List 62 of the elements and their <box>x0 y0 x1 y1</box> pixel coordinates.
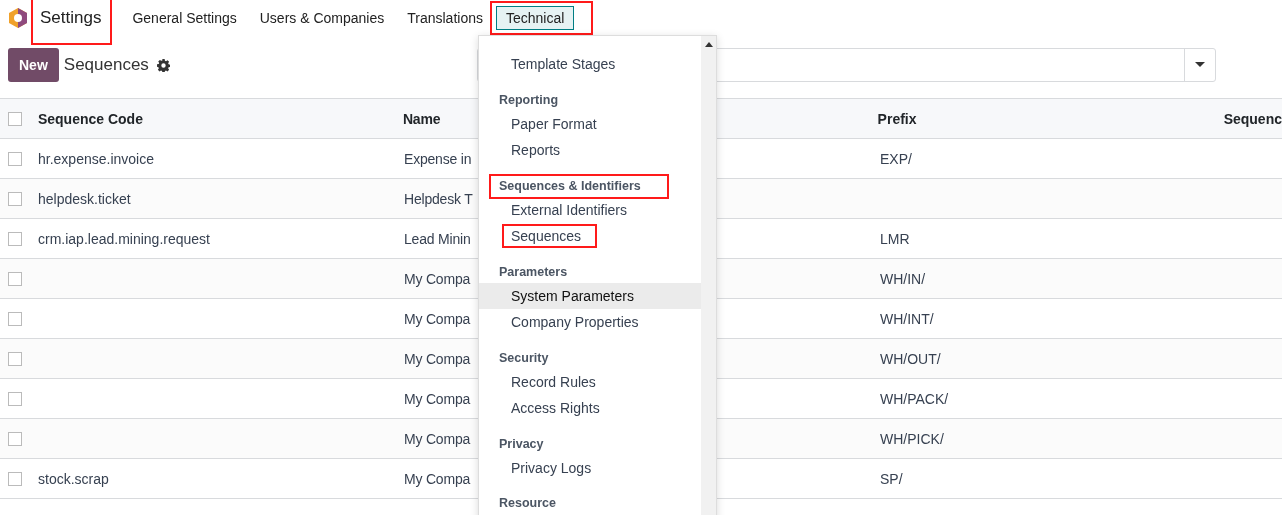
table-cell: My Compa <box>404 430 471 447</box>
select-all-checkbox[interactable] <box>7 111 22 126</box>
table-cell: WH/PACK/ <box>880 390 949 407</box>
table-cell: Helpdesk T <box>404 190 473 207</box>
table-cell: LMR <box>880 230 910 247</box>
table-cell: WH/OUT/ <box>880 350 941 367</box>
row-checkbox[interactable] <box>8 431 22 446</box>
row-checkbox[interactable] <box>8 391 22 406</box>
page-title: Sequences <box>63 55 149 75</box>
menu-section-header: Parameters <box>498 263 568 281</box>
table-cell: My Compa <box>404 390 471 407</box>
menu-section-header: Sequences & Identifiers <box>498 177 641 195</box>
column-header[interactable]: Sequenc <box>1223 110 1282 127</box>
table-cell: EXP/ <box>880 150 912 167</box>
row-checkbox[interactable] <box>8 271 22 286</box>
table-cell: My Compa <box>404 470 471 487</box>
menu-item[interactable]: Privacy Logs <box>479 454 701 481</box>
menu-item[interactable]: Record Rules <box>479 368 701 395</box>
table-cell: My Compa <box>404 310 471 327</box>
menu-section-header: Reporting <box>498 91 559 109</box>
table-cell: SP/ <box>880 470 903 487</box>
row-checkbox[interactable] <box>8 151 22 166</box>
menu-section-header: Privacy <box>498 435 544 453</box>
table-cell: crm.iap.lead.mining.request <box>38 230 210 247</box>
column-header[interactable]: Sequence Code <box>37 110 403 127</box>
table-cell: Expense in <box>404 150 472 167</box>
column-header[interactable]: Prefix <box>877 110 1224 127</box>
menu-item[interactable]: Reports <box>479 137 701 164</box>
menu-item[interactable]: Access Rights <box>479 395 701 422</box>
row-checkbox[interactable] <box>8 311 22 326</box>
table-cell: Lead Minin <box>404 230 471 247</box>
menu-tab[interactable]: Translations <box>397 6 493 30</box>
table-cell: WH/PICK/ <box>880 430 944 447</box>
table-cell: My Compa <box>404 270 471 287</box>
app-title[interactable]: Settings <box>40 8 102 27</box>
menu-tab[interactable]: Technical <box>496 6 575 30</box>
scroll-up-icon[interactable] <box>704 42 713 47</box>
gear-icon[interactable] <box>156 58 170 72</box>
menu-item[interactable]: Template Stages <box>479 51 701 78</box>
menu-item[interactable]: System Parameters <box>479 282 701 309</box>
menu-item[interactable]: Sequences <box>479 223 701 250</box>
app-logo-icon[interactable] <box>8 7 28 29</box>
menu-tab[interactable]: Users & Companies <box>249 6 395 30</box>
row-checkbox[interactable] <box>8 191 22 206</box>
menu-tab[interactable]: General Settings <box>122 6 247 30</box>
table-cell: helpdesk.ticket <box>38 190 131 207</box>
menu-item[interactable]: External Identifiers <box>479 196 701 223</box>
row-checkbox[interactable] <box>8 471 22 486</box>
table-cell: stock.scrap <box>38 470 109 487</box>
menu-section-header: Security <box>498 349 549 367</box>
scrollbar[interactable] <box>701 36 716 515</box>
table-cell: WH/IN/ <box>880 270 926 287</box>
menu-section-header: Resource <box>498 495 556 512</box>
row-checkbox[interactable] <box>8 231 22 246</box>
table-cell: WH/INT/ <box>880 310 934 327</box>
row-checkbox[interactable] <box>8 351 22 366</box>
new-button[interactable]: New <box>8 48 59 82</box>
table-cell: hr.expense.invoice <box>38 150 154 167</box>
menu-item[interactable]: Paper Format <box>479 110 701 137</box>
table-cell: My Compa <box>404 350 471 367</box>
menu-item[interactable]: Company Properties <box>479 309 701 336</box>
caret-icon <box>1195 62 1205 68</box>
